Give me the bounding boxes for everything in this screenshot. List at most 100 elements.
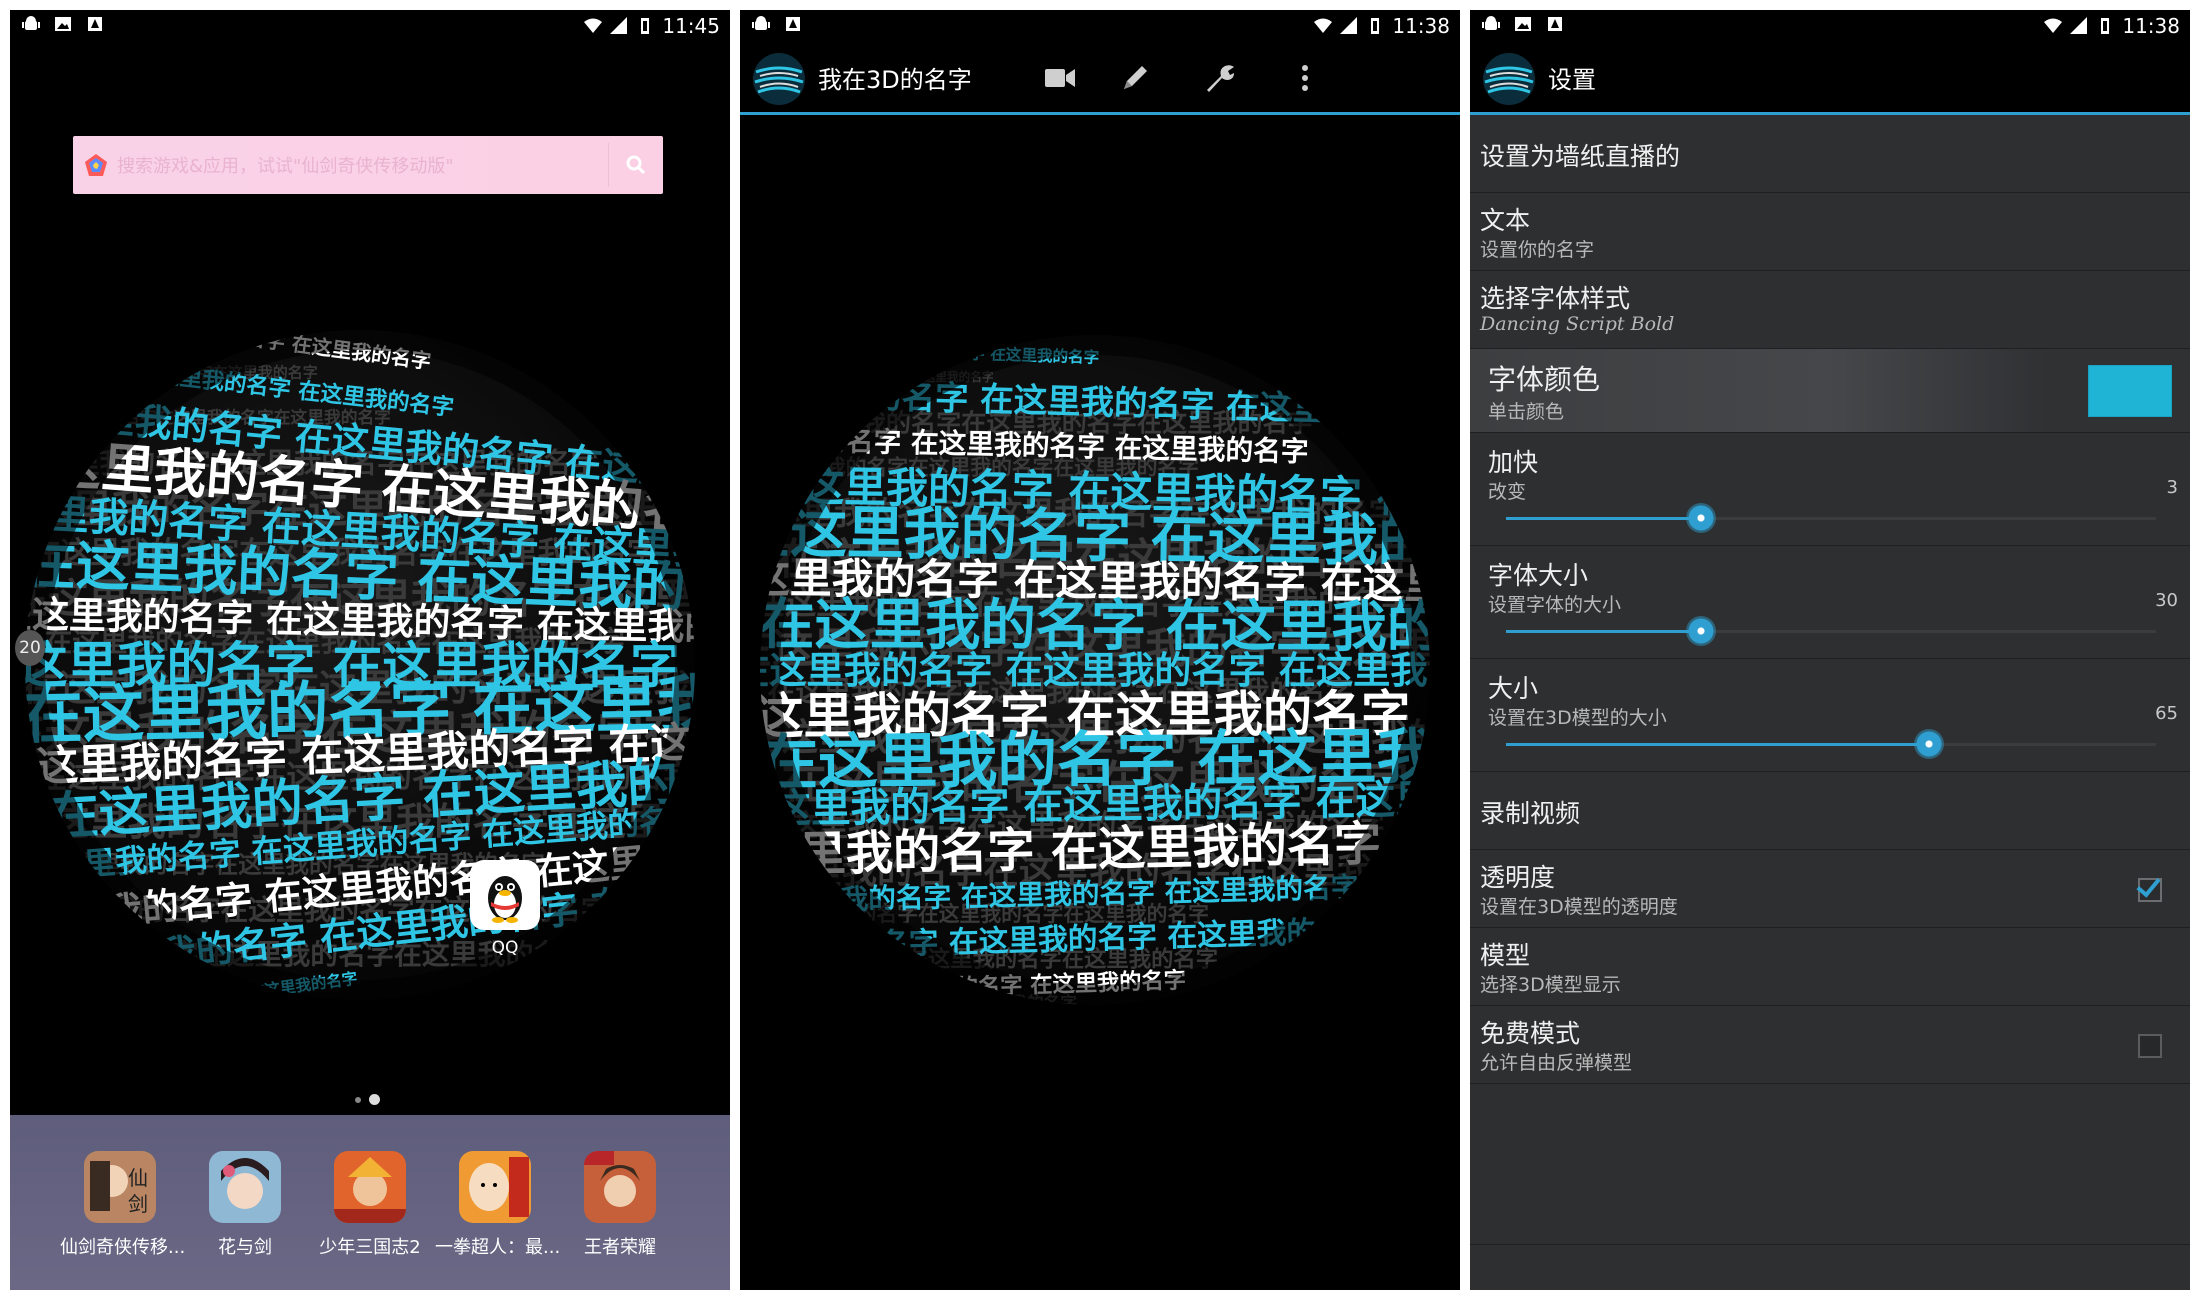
pref-model[interactable]: 模型 选择3D模型显示	[1470, 928, 2190, 1006]
video-camera-icon	[1045, 69, 1075, 87]
settings-screen: 11:38 设置 设置为墙纸直播的 文本 设置你的名字 选择字体样式 Danci…	[1470, 10, 2190, 1290]
dock-app-label: 一拳超人：最...	[435, 1237, 561, 1258]
free-mode-checkbox[interactable]	[2138, 1034, 2162, 1058]
pref-summary: 设置在3D模型的透明度	[1480, 896, 1678, 918]
pref-record-video[interactable]: 录制视频	[1470, 772, 2190, 850]
pref-size: 大小 设置在3D模型的大小 65	[1470, 659, 2190, 772]
action-bar: 设置	[1470, 42, 2190, 115]
page-indicator	[355, 1094, 380, 1105]
image-icon	[55, 17, 71, 31]
signal-icon	[2070, 17, 2088, 34]
app-logo-icon[interactable]	[1482, 52, 1536, 106]
speed-slider[interactable]	[1506, 503, 2156, 533]
pref-font-style[interactable]: 选择字体样式 Dancing Script Bold	[1470, 271, 2190, 349]
pref-summary: 设置在3D模型的大小	[1488, 707, 1667, 729]
signal-icon	[1340, 17, 1358, 34]
font-size-value: 30	[2155, 590, 2178, 611]
font-size-slider[interactable]	[1506, 616, 2156, 646]
pref-summary: 改变	[1488, 481, 1527, 503]
pref-live-wallpaper[interactable]: 设置为墙纸直播的	[1470, 115, 2190, 193]
battery-icon	[1371, 18, 1380, 34]
android-icon	[752, 16, 770, 30]
wifi-icon	[2044, 18, 2063, 33]
status-bar: 11:45	[10, 10, 730, 42]
dock-app-label: 花与剑	[218, 1237, 272, 1258]
pref-title: 选择字体样式	[1480, 284, 1631, 313]
action-bar: 我在3D的名字	[740, 42, 1460, 115]
pref-summary: 允许自由反弹模型	[1480, 1052, 1633, 1074]
overflow-menu-icon	[1302, 65, 1308, 91]
font-color-swatch[interactable]	[2088, 365, 2172, 417]
search-icon	[626, 155, 646, 175]
size-slider[interactable]	[1506, 729, 2156, 759]
signal-icon	[610, 17, 628, 34]
qq-app-shortcut[interactable]: QQ	[465, 860, 545, 958]
huayujian-icon	[209, 1151, 281, 1223]
pref-text[interactable]: 文本 设置你的名字	[1470, 193, 2190, 271]
wrench-icon	[1207, 65, 1234, 92]
battery-icon	[641, 18, 650, 34]
pref-title: 录制视频	[1480, 799, 1581, 828]
settings-button[interactable]	[1200, 58, 1240, 98]
pref-title: 模型	[1480, 941, 1531, 970]
edit-text-button[interactable]	[1115, 58, 1155, 98]
app-logo-icon[interactable]	[752, 52, 806, 106]
wifi-icon	[1314, 18, 1333, 33]
pref-summary: 设置你的名字	[1480, 239, 1595, 261]
store-icon	[786, 17, 800, 31]
overflow-menu-button[interactable]	[1285, 58, 1325, 98]
pref-title: 免费模式	[1480, 1019, 1581, 1048]
onepunch-man-icon	[459, 1151, 531, 1223]
pref-title: 大小	[1488, 674, 1539, 703]
xianjian-icon: 仙剑	[84, 1151, 156, 1223]
status-time: 11:38	[2122, 14, 2180, 38]
pref-summary: 设置字体的大小	[1488, 594, 1622, 616]
edge-page-badge[interactable]: 20	[15, 630, 45, 666]
transparency-checkbox[interactable]	[2136, 872, 2162, 902]
search-button[interactable]	[609, 136, 663, 194]
3d-name-sphere: 在这里我的名字在这里我的名字在这里我的名字在这里我的名字 在这里我的名字 在这里…	[740, 315, 1450, 1025]
store-icon	[88, 17, 102, 31]
app-title: 我在3D的名字	[818, 66, 972, 94]
dock-app-2[interactable]: 少年三国志2	[310, 1151, 430, 1259]
settings-empty-area	[1470, 1084, 2190, 1245]
store-icon	[1548, 17, 1562, 31]
pref-title: 文本	[1480, 206, 1531, 235]
pref-font-size: 字体大小 设置字体的大小 30	[1470, 546, 2190, 659]
search-bar[interactable]: 搜索游戏&应用，试试"仙剑奇侠传移动版"	[73, 136, 663, 194]
record-video-button[interactable]	[1040, 58, 1080, 98]
dock-app-1[interactable]: 花与剑	[185, 1151, 305, 1259]
qq-label: QQ	[491, 938, 519, 958]
page-dot-active[interactable]	[369, 1094, 380, 1105]
pencil-icon	[1124, 66, 1147, 89]
settings-title: 设置	[1548, 66, 1596, 94]
status-bar: 11:38	[1470, 10, 2190, 42]
pref-title: 透明度	[1480, 863, 1556, 892]
slider-fill	[1506, 743, 1929, 746]
pref-font-color[interactable]: 字体颜色 单击颜色	[1470, 349, 2190, 433]
status-bar: 11:38	[740, 10, 1460, 42]
3d-name-sphere: 在这里我的名字在这里我的名字在这里我的名字在这里我的名字 在这里我的名字 在这里…	[10, 310, 715, 1020]
slider-thumb[interactable]	[1686, 616, 1716, 646]
android-icon	[1482, 16, 1500, 30]
slider-fill	[1506, 517, 1701, 520]
pref-transparency[interactable]: 透明度 设置在3D模型的透明度	[1470, 850, 2190, 928]
sphere-preview-screen: 11:38 我在3D的名字 在这里我的名字在这里我的名字在这里我的名字 在这里我的…	[740, 10, 1460, 1290]
pref-free-mode[interactable]: 免费模式 允许自由反弹模型	[1470, 1006, 2190, 1084]
dock-app-0[interactable]: 仙剑 仙剑奇侠传移...	[60, 1151, 185, 1259]
pref-speed: 加快 改变 3	[1470, 433, 2190, 546]
slider-thumb[interactable]	[1686, 503, 1716, 533]
dock-app-4[interactable]: 王者荣耀	[560, 1151, 680, 1259]
app-dock: 仙剑 仙剑奇侠传移... 花与剑 少年三国志2 一拳超人：最... 王者荣耀	[10, 1115, 730, 1290]
size-value: 65	[2155, 703, 2178, 724]
svg-text:剑: 剑	[128, 1192, 148, 1216]
dock-app-label: 少年三国志2	[319, 1237, 421, 1258]
slider-thumb[interactable]	[1913, 729, 1944, 759]
wangzhe-rongyao-icon	[584, 1151, 656, 1223]
page-dot[interactable]	[355, 1096, 361, 1103]
dock-app-label: 王者荣耀	[584, 1237, 656, 1258]
search-placeholder[interactable]: 搜索游戏&应用，试试"仙剑奇侠传移动版"	[117, 152, 608, 178]
android-icon	[22, 16, 40, 30]
dock-app-3[interactable]: 一拳超人：最...	[435, 1151, 561, 1259]
pref-title: 字体大小	[1488, 561, 1589, 590]
